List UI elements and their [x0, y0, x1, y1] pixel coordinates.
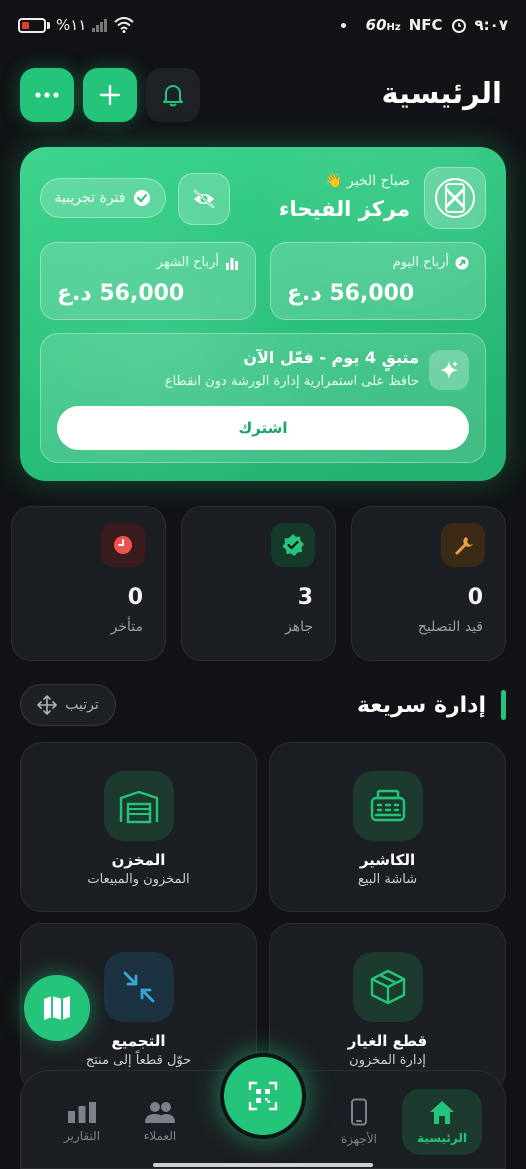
logo-icon — [435, 178, 475, 218]
hide-values-button[interactable] — [178, 173, 230, 225]
clock-icon-box — [101, 523, 145, 567]
users-icon — [145, 1102, 175, 1123]
tile-spare-parts[interactable]: قطع الغيار إدارة المخزون — [269, 923, 506, 1093]
trial-label: فترة تجريبية — [54, 190, 126, 206]
wifi-icon — [114, 17, 135, 33]
nav-customers-label: العملاء — [143, 1129, 177, 1143]
spare-parts-subtitle: إدارة المخزون — [349, 1053, 426, 1068]
check-circle-icon — [134, 190, 151, 206]
home-icon — [430, 1101, 454, 1124]
phone-icon — [351, 1098, 367, 1126]
trial-badge: فترة تجريبية — [40, 178, 166, 218]
cashier-icon-box — [353, 771, 423, 841]
qr-scan-button[interactable] — [220, 1053, 306, 1139]
center-name: مركز الفيحاء — [278, 197, 410, 221]
assembly-icon-box — [104, 952, 174, 1022]
add-button[interactable] — [83, 68, 137, 122]
cash-register-icon — [370, 789, 406, 822]
nav-reports[interactable]: التقارير — [42, 1089, 122, 1155]
merge-icon — [123, 971, 155, 1003]
sparkle-icon — [440, 361, 458, 379]
spare-parts-title: قطع الغيار — [347, 1032, 428, 1050]
in-repair-label: قيد التصليح — [417, 619, 483, 635]
tile-cashier[interactable]: الكاشير شاشة البيع — [269, 742, 506, 912]
in-repair-count: 0 — [467, 585, 483, 610]
network-speed: 60 — [365, 16, 387, 34]
warehouse-icon — [119, 790, 159, 824]
cashier-subtitle: شاشة البيع — [357, 872, 418, 887]
bar-chart-icon — [68, 1102, 96, 1123]
today-profit-value: 56,000 د.ع — [287, 281, 415, 306]
status-bar: %١١ 60Hz NFC ٩:٠٧ — [0, 0, 526, 54]
alarm-icon — [451, 19, 466, 33]
map-button[interactable] — [24, 975, 90, 1041]
nav-home-label: الرئيسية — [417, 1131, 467, 1145]
assembly-subtitle: حوّل قطعاً إلى منتج — [85, 1053, 192, 1068]
more-button[interactable] — [20, 68, 74, 122]
today-profit-box: أرباح اليوم 56,000 د.ع — [270, 242, 486, 320]
nav-devices-label: الأجهزة — [340, 1132, 378, 1146]
home-indicator — [153, 1163, 373, 1167]
center-logo — [424, 167, 486, 229]
ready-label: جاهز — [284, 619, 313, 635]
month-profit-label: أرباح الشهر — [156, 255, 219, 270]
battery-icon — [18, 17, 46, 33]
section-accent-bar — [501, 690, 506, 720]
spare-parts-icon-box — [353, 952, 423, 1022]
wrench-icon — [455, 537, 473, 555]
subscription-title: متبقٍ 4 يوم - فعّل الآن — [243, 348, 419, 367]
verified-icon-box — [271, 523, 315, 567]
page-title: الرئيسية — [381, 76, 502, 110]
cashier-title: الكاشير — [359, 851, 416, 869]
status-bar-right: 60Hz NFC ٩:٠٧ — [340, 16, 508, 34]
subscription-box: متبقٍ 4 يوم - فعّل الآن حافظ على استمرار… — [40, 333, 486, 463]
month-profit-box: أرباح الشهر 56,000 د.ع — [40, 242, 256, 320]
bell-icon — [163, 85, 183, 107]
box-icon — [370, 969, 406, 1005]
qr-scan-icon — [248, 1081, 278, 1111]
battery-percent: %١١ — [56, 16, 87, 34]
nav-devices[interactable]: الأجهزة — [319, 1089, 399, 1155]
sort-label: ترتيب — [65, 697, 99, 713]
ready-count: 3 — [297, 585, 313, 610]
today-profit-label: أرباح اليوم — [392, 255, 449, 270]
verified-badge-icon — [282, 534, 304, 556]
subscription-description: حافظ على استمرارية إدارة الورشة دون انقط… — [164, 374, 419, 389]
subscribe-button[interactable]: اشترك — [57, 406, 469, 450]
move-arrows-icon — [37, 695, 58, 715]
clock-icon — [114, 536, 132, 554]
sort-button[interactable]: ترتيب — [20, 684, 116, 726]
quick-manage-title: إدارة سريعة — [356, 693, 486, 718]
plus-icon — [99, 84, 121, 106]
month-profit-value: 56,000 د.ع — [57, 281, 185, 306]
more-dots-icon — [35, 92, 59, 98]
late-count: 0 — [127, 585, 143, 610]
status-card-late[interactable]: 0 متأخر — [11, 506, 166, 661]
arrow-up-circle-icon — [455, 256, 469, 269]
notifications-button[interactable] — [146, 68, 200, 122]
nav-reports-label: التقارير — [63, 1129, 101, 1143]
status-card-ready[interactable]: 3 جاهز — [181, 506, 336, 661]
sparkle-icon-box — [429, 350, 469, 390]
tile-warehouse[interactable]: المخزن المخزون والمبيعات — [20, 742, 257, 912]
status-bar-left: %١١ — [18, 16, 135, 34]
network-unit: Hz — [386, 22, 401, 33]
eye-off-icon — [193, 189, 215, 209]
signal-icon — [92, 19, 108, 32]
nav-home[interactable]: الرئيسية — [402, 1089, 482, 1155]
clock: ٩:٠٧ — [474, 16, 508, 34]
wrench-icon-box — [441, 523, 485, 567]
warehouse-subtitle: المخزون والمبيعات — [87, 872, 190, 887]
warehouse-icon-box — [104, 771, 174, 841]
status-card-in-repair[interactable]: 0 قيد التصليح — [351, 506, 506, 661]
late-label: متأخر — [110, 619, 143, 635]
greeting-text: صباح الخير 👋 — [325, 173, 410, 189]
nav-customers[interactable]: العملاء — [120, 1089, 200, 1155]
summary-card: صباح الخير 👋 مركز الفيحاء فترة تجريبية أ… — [20, 147, 506, 481]
map-icon — [44, 996, 70, 1020]
bar-chart-small-icon — [226, 257, 238, 270]
warehouse-title: المخزن — [111, 851, 166, 869]
nfc-label: NFC — [408, 16, 443, 34]
